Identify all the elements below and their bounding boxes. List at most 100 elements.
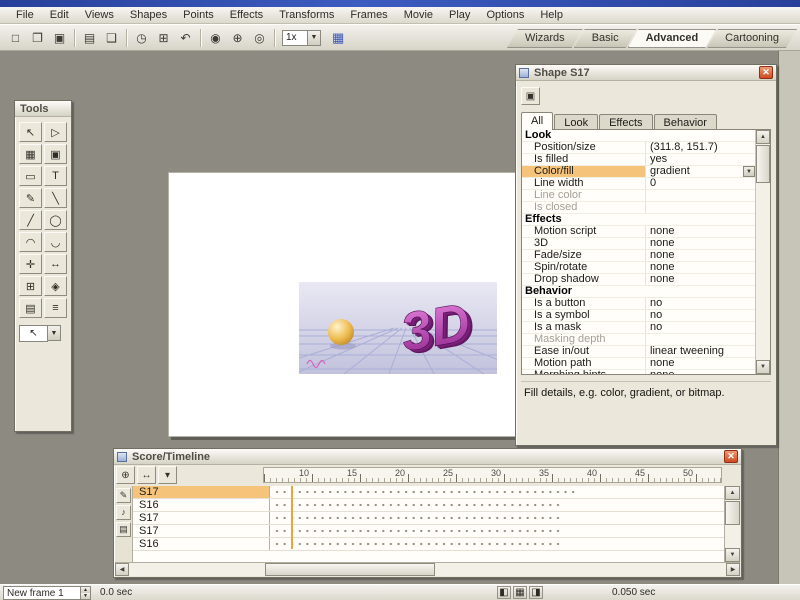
transform-tool[interactable]: ▣ — [44, 144, 67, 164]
property-row-is-a-mask[interactable]: Is a maskno — [522, 322, 755, 334]
curve-tool[interactable]: ◡ — [44, 232, 67, 252]
scroll-down-icon[interactable]: ▼ — [725, 548, 740, 562]
tab-cartooning[interactable]: Cartooning — [707, 29, 797, 48]
movie-button[interactable]: ▦ — [331, 29, 345, 47]
timeline-row-s16-4[interactable]: S16 — [133, 538, 724, 551]
property-row-fade-size[interactable]: Fade/sizenone — [522, 250, 755, 262]
magnifier-button[interactable]: ◎ — [249, 28, 270, 48]
arrange-tool[interactable]: ≡ — [44, 298, 67, 318]
frame-ruler[interactable]: 101520253035404550 — [263, 467, 722, 483]
property-row-masking-depth[interactable]: Masking depth — [522, 334, 755, 346]
symbol-tree-button[interactable]: ⊞ — [153, 28, 174, 48]
shape-panel-tool-button[interactable]: ▣ — [521, 87, 540, 105]
value-dropdown-icon[interactable]: ▼ — [743, 166, 755, 177]
timeline-row-s17-2[interactable]: S17 — [133, 512, 724, 525]
property-row-morphing-hints[interactable]: Morphing hintsnone — [522, 370, 755, 374]
property-row-effects[interactable]: Effects — [522, 214, 755, 226]
shape-tab-look[interactable]: Look — [554, 114, 598, 130]
timeline-vertical-scrollbar[interactable]: ▲ ▼ — [724, 486, 740, 562]
pen-tool[interactable]: ✎ — [19, 188, 42, 208]
timeline-close-icon[interactable]: ✕ — [724, 450, 738, 463]
scroll-up-icon[interactable]: ▲ — [725, 486, 740, 500]
scroll-thumb[interactable] — [265, 563, 435, 576]
zoom-combo[interactable]: 1x ▼ — [282, 30, 321, 46]
scroll-right-icon[interactable]: ▶ — [726, 563, 740, 576]
frames-track[interactable] — [270, 538, 724, 550]
menu-effects[interactable]: Effects — [222, 8, 271, 22]
property-row-ease-in-out[interactable]: Ease in/outlinear tweening — [522, 346, 755, 358]
shape-panel-titlebar[interactable]: Shape S17 ✕ — [516, 65, 776, 81]
property-row-is-a-button[interactable]: Is a buttonno — [522, 298, 755, 310]
property-row-is-filled[interactable]: Is filledyes — [522, 154, 755, 166]
frames-track[interactable] — [270, 486, 724, 498]
property-row-motion-script[interactable]: Motion scriptnone — [522, 226, 755, 238]
scroll-up-icon[interactable]: ▲ — [756, 130, 770, 144]
shape-tab-effects[interactable]: Effects — [599, 114, 652, 130]
timeline-row-s16-1[interactable]: S16 — [133, 499, 724, 512]
copy-button[interactable]: ❑ — [101, 28, 122, 48]
line-tool[interactable]: ╱ — [19, 210, 42, 230]
frames-track[interactable] — [270, 512, 724, 524]
timeline-row-s17-3[interactable]: S17 — [133, 525, 724, 538]
print-button[interactable]: ▤ — [79, 28, 100, 48]
scroll-down-icon[interactable]: ▼ — [756, 360, 770, 374]
draw-button[interactable]: ✎ — [116, 488, 131, 503]
layers-button[interactable]: ▤ — [116, 522, 131, 537]
tab-basic[interactable]: Basic — [574, 29, 637, 48]
scroll-thumb[interactable] — [725, 501, 740, 525]
property-row-look[interactable]: Look — [522, 130, 755, 142]
menu-movie[interactable]: Movie — [396, 8, 441, 22]
property-row-3d[interactable]: 3Dnone — [522, 238, 755, 250]
frames-track[interactable] — [270, 499, 724, 511]
window-titlebar[interactable] — [0, 0, 800, 7]
tab-advanced[interactable]: Advanced — [628, 29, 717, 48]
property-row-position-size[interactable]: Position/size(311.8, 151.7) — [522, 142, 755, 154]
menu-options[interactable]: Options — [478, 8, 532, 22]
shape-panel-close-icon[interactable]: ✕ — [759, 66, 773, 79]
snapshot-button[interactable]: ◉ — [205, 28, 226, 48]
property-row-spin-rotate[interactable]: Spin/rotatenone — [522, 262, 755, 274]
status-tool-button-3[interactable]: ◨ — [529, 586, 543, 599]
tool-mode-dropdown-icon[interactable]: ▼ — [48, 325, 61, 341]
status-tool-button-2[interactable]: ▦ — [513, 586, 527, 599]
menu-shapes[interactable]: Shapes — [122, 8, 175, 22]
menu-file[interactable]: File — [8, 8, 42, 22]
insert-frames-button[interactable]: ⊕ — [116, 466, 135, 484]
undo-button[interactable]: ↶ — [175, 28, 196, 48]
property-row-motion-path[interactable]: Motion pathnone — [522, 358, 755, 370]
playhead[interactable] — [291, 486, 293, 549]
stage-image-3d[interactable]: 3D 3D 3D 3D — [299, 282, 497, 374]
property-row-line-color[interactable]: Line color — [522, 190, 755, 202]
arc-tool[interactable]: ◠ — [19, 232, 42, 252]
property-row-is-a-symbol[interactable]: Is a symbolno — [522, 310, 755, 322]
node-select-tool[interactable]: ▷ — [44, 122, 67, 142]
property-row-is-closed[interactable]: Is closed — [522, 202, 755, 214]
property-row-drop-shadow[interactable]: Drop shadownone — [522, 274, 755, 286]
property-grid-scrollbar[interactable]: ▲ ▼ — [755, 130, 770, 374]
zoom-dropdown-icon[interactable]: ▼ — [308, 30, 321, 46]
frames-track[interactable] — [270, 525, 724, 537]
tools-palette-titlebar[interactable]: Tools — [15, 101, 71, 117]
menu-frames[interactable]: Frames — [342, 8, 395, 22]
menu-play[interactable]: Play — [441, 8, 478, 22]
menu-edit[interactable]: Edit — [42, 8, 77, 22]
scroll-left-icon[interactable]: ◀ — [115, 563, 129, 576]
flip-tool[interactable]: ↔ — [44, 254, 67, 274]
open-button[interactable]: ❐ — [27, 28, 48, 48]
move-points-tool[interactable]: ✛ — [19, 254, 42, 274]
frame-selector[interactable]: New frame 1 ▲▼ — [3, 586, 91, 600]
stage-canvas[interactable]: 3D 3D 3D 3D — [168, 172, 516, 437]
property-row-behavior[interactable]: Behavior — [522, 286, 755, 298]
new-button[interactable]: □ — [5, 28, 26, 48]
insert-frame-tool[interactable]: ⊞ — [19, 276, 42, 296]
scroll-thumb[interactable] — [756, 145, 770, 183]
timeline-row-s17-0[interactable]: S17 — [133, 486, 724, 499]
shape-tab-behavior[interactable]: Behavior — [654, 114, 717, 130]
menu-help[interactable]: Help — [532, 8, 571, 22]
frame-spinner[interactable]: ▲▼ — [80, 587, 90, 599]
zoom-in-button[interactable]: ⊕ — [227, 28, 248, 48]
color-tool[interactable]: ◈ — [44, 276, 67, 296]
menu-points[interactable]: Points — [175, 8, 222, 22]
tool-mode-dropdown[interactable]: ↖ ▼ — [19, 325, 61, 342]
sound-button[interactable]: ♪ — [116, 505, 131, 520]
